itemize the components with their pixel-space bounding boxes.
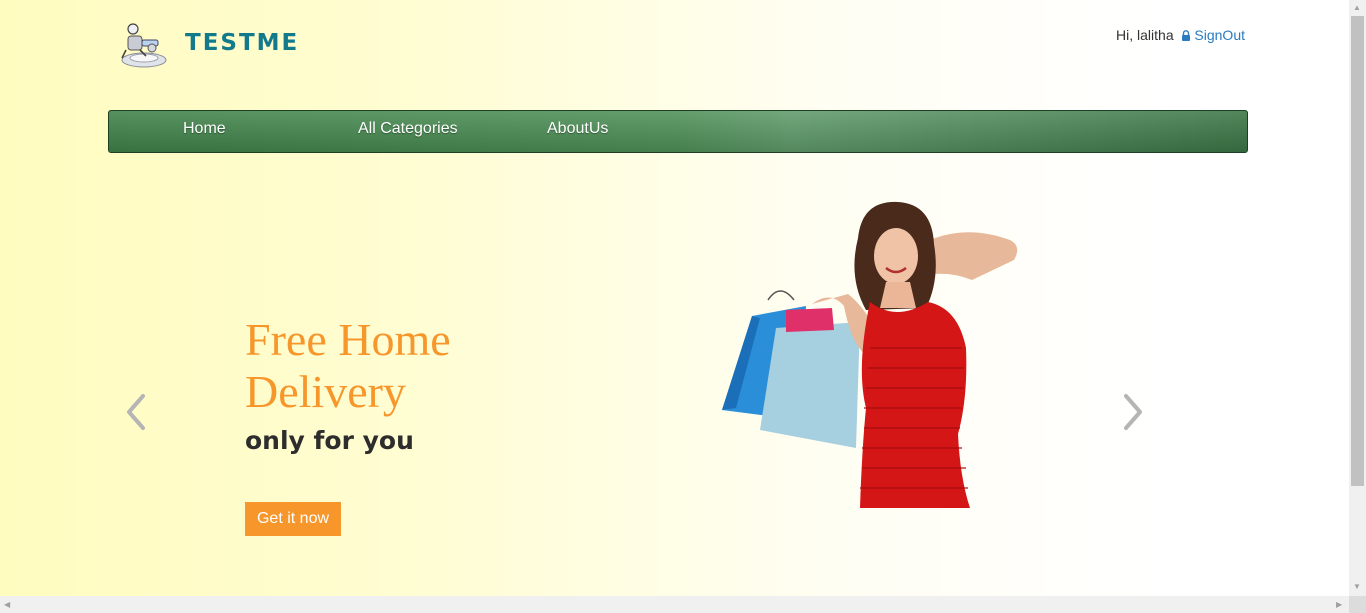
user-greeting: Hi, lalitha SignOut [1116, 27, 1245, 43]
brand-name[interactable]: TESTME [185, 30, 299, 56]
chevron-right-icon [1124, 394, 1142, 430]
promo-model-image [720, 198, 1040, 508]
carousel-prev-button[interactable] [123, 392, 149, 432]
scrollbar-corner [1349, 596, 1366, 613]
vertical-scroll-thumb[interactable] [1351, 16, 1364, 486]
nav-aboutus[interactable]: AboutUs [547, 120, 608, 138]
lock-icon [1181, 28, 1191, 41]
main-navbar: Home All Categories AboutUs [108, 110, 1248, 153]
carousel-headline: Free Home Delivery [245, 314, 451, 417]
carousel-next-button[interactable] [1120, 392, 1146, 432]
carousel-subline: only for you [245, 426, 414, 455]
get-it-now-button[interactable]: Get it now [245, 502, 341, 536]
promo-carousel: Free Home Delivery only for you Get it n… [108, 170, 1248, 590]
signout-link[interactable]: SignOut [1194, 27, 1245, 43]
scroll-left-icon[interactable]: ◀ [4, 600, 10, 609]
logo-icon[interactable] [118, 20, 170, 70]
greeting-text: Hi, lalitha [1116, 27, 1174, 43]
scroll-up-icon[interactable]: ▲ [1353, 3, 1361, 12]
chevron-left-icon [127, 394, 145, 430]
nav-home[interactable]: Home [183, 120, 226, 138]
page: TESTME Hi, lalitha SignOut Home All Cate… [0, 0, 1349, 596]
vertical-scrollbar[interactable]: ▲ ▼ [1349, 0, 1366, 596]
horizontal-scrollbar[interactable]: ◀ ▶ [0, 596, 1349, 613]
scroll-down-icon[interactable]: ▼ [1353, 582, 1361, 591]
scroll-right-icon[interactable]: ▶ [1336, 600, 1342, 609]
nav-all-categories[interactable]: All Categories [358, 120, 458, 138]
